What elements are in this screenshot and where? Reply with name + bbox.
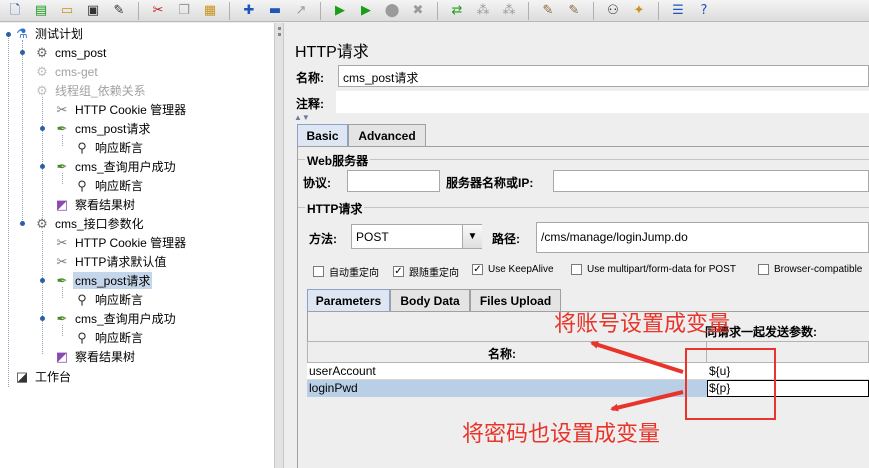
arrow-to-account [590,341,684,374]
annotation-arrows [590,341,684,412]
arrow-to-password [610,390,684,412]
